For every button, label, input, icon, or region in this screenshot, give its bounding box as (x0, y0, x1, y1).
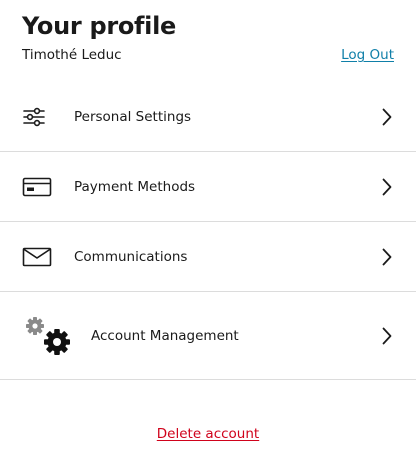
envelope-icon (22, 247, 52, 266)
sliders-icon (23, 107, 45, 126)
logout-link[interactable]: Log Out (341, 46, 394, 64)
chevron-right-icon (382, 248, 392, 265)
menu-item-label: Personal Settings (74, 108, 192, 125)
chevron-right-icon (382, 108, 392, 125)
menu-item-label: Payment Methods (74, 178, 196, 195)
chevron-right-icon (382, 327, 392, 344)
menu-item-label: Communications (74, 248, 188, 265)
menu-item-payment-methods[interactable]: Payment Methods (0, 152, 416, 222)
user-name: Timothé Leduc (22, 47, 122, 63)
menu-item-communications[interactable]: Communications (0, 222, 416, 292)
chevron-right-icon (382, 178, 392, 195)
delete-account-container: Delete account (0, 425, 416, 443)
profile-menu: Personal Settings Payment Methods Commun… (0, 82, 416, 380)
menu-item-account-management[interactable]: Account Management (0, 292, 416, 380)
delete-account-link[interactable]: Delete account (157, 426, 259, 442)
gears-icon (26, 316, 70, 355)
menu-item-personal-settings[interactable]: Personal Settings (0, 82, 416, 152)
menu-item-label: Account Management (91, 327, 239, 344)
page-title: Your profile (22, 12, 177, 40)
credit-card-icon (22, 177, 52, 196)
